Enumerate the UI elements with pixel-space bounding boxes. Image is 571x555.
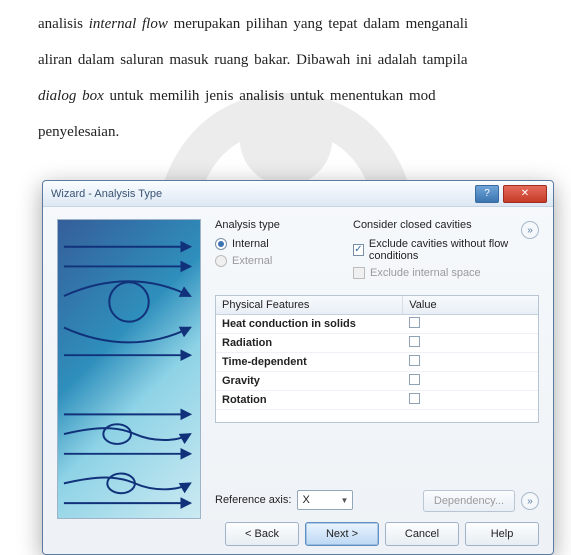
document-paragraph: analisis internal flow merupakan pilihan… (0, 0, 571, 150)
next-button[interactable]: Next > (305, 522, 379, 546)
radio-dot-icon (215, 255, 227, 267)
checkbox-exclude-internal[interactable]: Exclude internal space (353, 267, 539, 279)
right-pane: » Analysis type Internal External Consid… (215, 219, 539, 512)
radio-internal[interactable]: Internal (215, 238, 325, 250)
chevron-down-icon: ▼ (341, 496, 349, 505)
analysis-preview-image (57, 219, 201, 519)
checkbox-icon (353, 267, 365, 279)
reference-axis-label: Reference axis: (215, 494, 291, 506)
dialog-body: » Analysis type Internal External Consid… (43, 207, 553, 554)
table-row[interactable]: Time-dependent (216, 353, 538, 372)
checkbox-icon (353, 244, 364, 256)
help-button[interactable]: Help (465, 522, 539, 546)
col-physical-features: Physical Features (216, 296, 403, 315)
reference-axis-row: Reference axis: X ▼ (215, 490, 353, 510)
cancel-button[interactable]: Cancel (385, 522, 459, 546)
analysis-type-heading: Analysis type (215, 219, 325, 231)
window-buttons: ? ✕ (475, 185, 547, 203)
checkbox-icon (409, 355, 420, 366)
checkbox-exclude-flow[interactable]: Exclude cavities without flow conditions (353, 238, 539, 262)
doc-line-3: dialog box untuk memilih jenis analisis … (38, 88, 436, 104)
col-value: Value (403, 296, 538, 315)
footer-buttons: < Back Next > Cancel Help (215, 522, 539, 546)
table-row[interactable]: Gravity (216, 372, 538, 391)
wizard-dialog: Wizard - Analysis Type ? ✕ (42, 180, 554, 555)
checkbox-icon (409, 336, 420, 347)
checkbox-icon (409, 393, 420, 404)
doc-line-1: analisis internal flow merupakan pilihan… (38, 16, 468, 32)
table-row[interactable]: Radiation (216, 334, 538, 353)
table-row[interactable]: Heat conduction in solids (216, 315, 538, 334)
radio-external[interactable]: External (215, 255, 325, 267)
doc-line-2: aliran dalam saluran masuk ruang bakar. … (38, 52, 468, 68)
titlebar: Wizard - Analysis Type ? ✕ (43, 181, 553, 207)
checkbox-icon (409, 374, 420, 385)
help-icon[interactable]: ? (475, 185, 499, 203)
dependency-button[interactable]: Dependency... (423, 490, 515, 512)
doc-line-4: penyelesaian. (38, 124, 119, 140)
physical-features-table: Physical Features Value Heat conduction … (215, 295, 539, 423)
radio-dot-icon (215, 238, 227, 250)
checkbox-icon (409, 317, 420, 328)
dialog-title: Wizard - Analysis Type (51, 188, 475, 200)
cavities-heading: Consider closed cavities (353, 219, 539, 231)
back-button[interactable]: < Back (225, 522, 299, 546)
close-icon[interactable]: ✕ (503, 185, 547, 203)
expand-top-icon[interactable]: » (521, 221, 539, 239)
reference-axis-select[interactable]: X ▼ (297, 490, 353, 510)
expand-bottom-icon[interactable]: » (521, 492, 539, 510)
table-row[interactable]: Rotation (216, 391, 538, 410)
